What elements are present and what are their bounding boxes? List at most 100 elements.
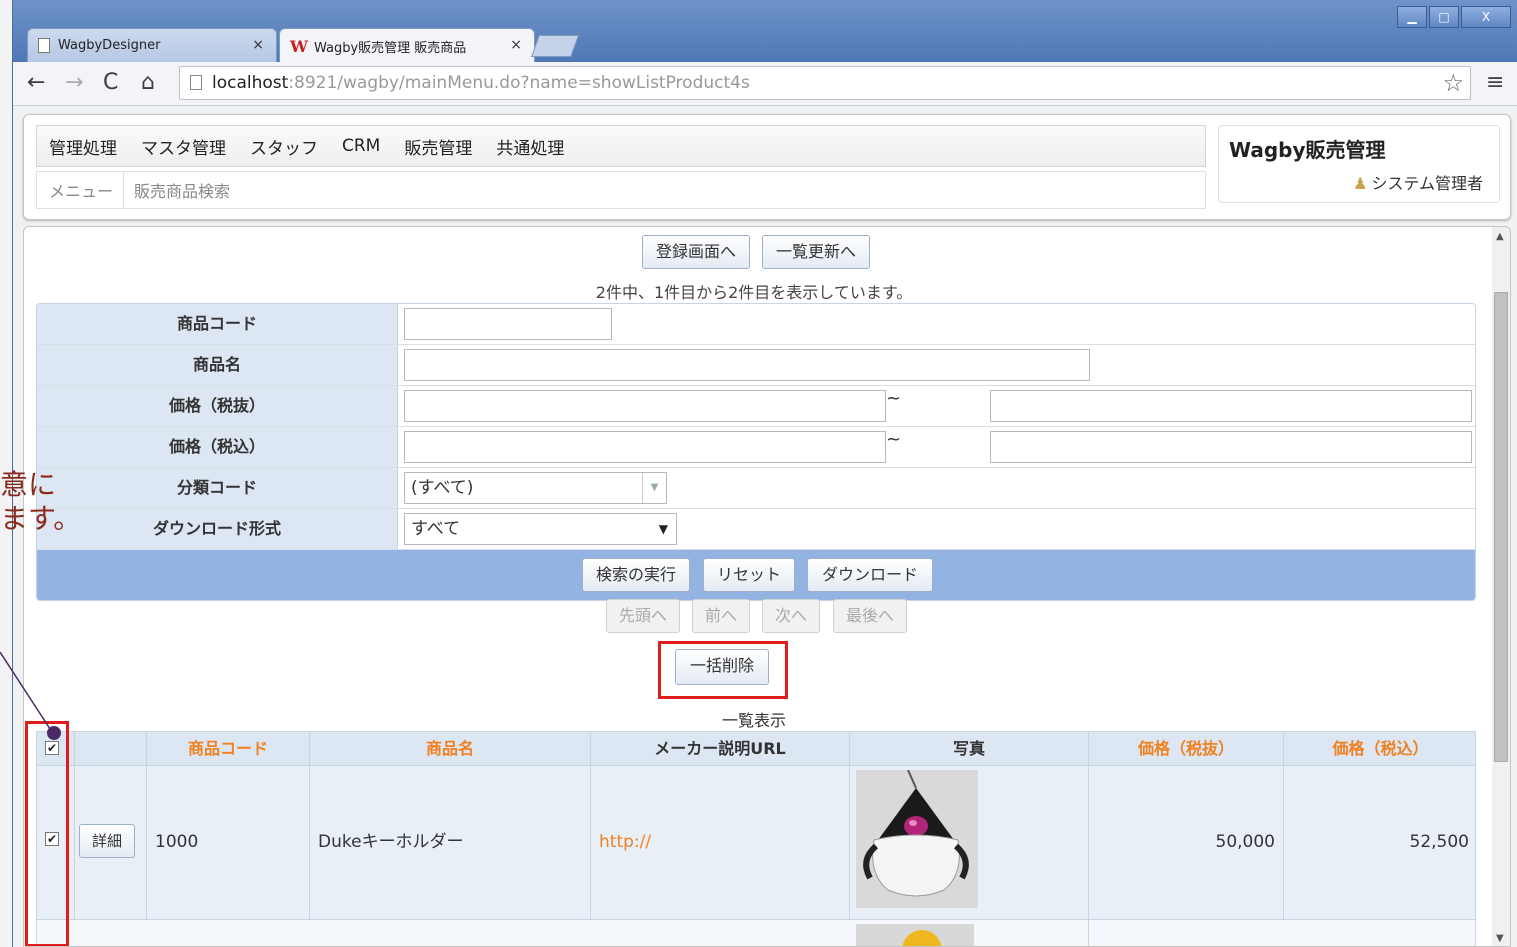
download-format-value: すべて bbox=[411, 519, 461, 539]
maximize-button[interactable]: □ bbox=[1429, 6, 1459, 28]
home-icon[interactable]: ⌂ bbox=[141, 70, 155, 95]
cell-name: Dukeキーホルダー bbox=[310, 766, 591, 920]
menu-item-admin[interactable]: 管理処理 bbox=[49, 134, 117, 159]
scroll-down-arrow-icon[interactable]: ▼ bbox=[1496, 933, 1504, 944]
tab-close-icon[interactable]: × bbox=[252, 37, 264, 53]
browser-window: WagbyDesigner × W Wagby販売管理 販売商品 × ▁ □ X… bbox=[12, 0, 1517, 947]
pager-last-button[interactable]: 最後へ bbox=[833, 599, 907, 633]
search-row-price-in: 価格（税込） ~ bbox=[37, 427, 1475, 468]
tab-label: Wagby販売管理 販売商品 bbox=[313, 40, 467, 56]
menu-item-crm[interactable]: CRM bbox=[342, 136, 380, 156]
menu-item-common[interactable]: 共通処理 bbox=[496, 134, 564, 159]
dropdown-arrow-icon: ▼ bbox=[658, 522, 668, 536]
browser-menu-icon[interactable]: ≡ bbox=[1486, 70, 1504, 95]
main-content: 登録画面へ 一覧更新へ 2件中、1件目から2件目を表示しています。 商品コード … bbox=[23, 226, 1511, 947]
search-row-name: 商品名 bbox=[37, 345, 1475, 386]
download-button[interactable]: ダウンロード bbox=[807, 558, 933, 592]
user-name: システム管理者 bbox=[1371, 174, 1483, 193]
annotation-text: 意に ます。 bbox=[0, 468, 82, 535]
reset-button[interactable]: リセット bbox=[703, 558, 795, 592]
url-host: localhost bbox=[212, 73, 289, 93]
detail-button[interactable]: 詳細 bbox=[79, 824, 135, 858]
address-bar[interactable]: localhost:8921/wagby/mainMenu.do?name=sh… bbox=[179, 66, 1471, 100]
range-separator: ~ bbox=[886, 388, 902, 409]
search-row-code: 商品コード bbox=[37, 304, 1475, 345]
table-row bbox=[37, 920, 1475, 946]
vertical-scrollbar[interactable]: ▲ ▼ bbox=[1492, 227, 1510, 946]
price-ex-from-input[interactable] bbox=[404, 390, 886, 422]
forward-arrow-icon[interactable]: → bbox=[65, 70, 83, 95]
product-name-input[interactable] bbox=[404, 349, 1090, 381]
pager-first-button[interactable]: 先頭へ bbox=[606, 599, 680, 633]
new-tab-button[interactable] bbox=[530, 35, 580, 57]
column-header-name[interactable]: 商品名 bbox=[310, 732, 591, 766]
scrollbar-thumb[interactable] bbox=[1494, 292, 1508, 762]
column-header-photo: 写真 bbox=[850, 732, 1089, 766]
field-label: 価格（税込） bbox=[37, 427, 398, 467]
result-count-text: 2件中、1件目から2件目を表示しています。 bbox=[595, 283, 913, 302]
row-detail-cell: 詳細 bbox=[75, 766, 147, 920]
app-info-box: Wagby販売管理 ♟ システム管理者 bbox=[1218, 125, 1500, 203]
table-row: ✔ 詳細 1000 Dukeキーホルダー http:// 50,000 52,5… bbox=[37, 766, 1475, 920]
maker-url-link[interactable]: http:// bbox=[591, 766, 850, 920]
search-actions-bar: 検索の実行 リセット ダウンロード bbox=[37, 550, 1475, 600]
menu-item-sales[interactable]: 販売管理 bbox=[404, 134, 472, 159]
app-title: Wagby販売管理 bbox=[1229, 138, 1386, 162]
minimize-button[interactable]: ▁ bbox=[1397, 6, 1427, 28]
product-code-input[interactable] bbox=[404, 308, 612, 340]
back-arrow-icon[interactable]: ← bbox=[27, 70, 45, 95]
range-separator: ~ bbox=[886, 429, 902, 450]
tab-wagbydesigner[interactable]: WagbyDesigner × bbox=[27, 28, 277, 62]
column-header-price-in[interactable]: 価格（税込） bbox=[1284, 732, 1477, 766]
url-path: :8921/wagby/mainMenu.do?name=showListPro… bbox=[288, 73, 750, 93]
category-value: (すべて) bbox=[411, 478, 474, 498]
search-button[interactable]: 検索の実行 bbox=[582, 558, 690, 592]
download-format-select[interactable]: すべて ▼ bbox=[404, 513, 677, 545]
bulk-update-button[interactable]: 一覧更新へ bbox=[762, 235, 870, 269]
header-detail-cell bbox=[75, 732, 147, 766]
duke-keyholder-image bbox=[856, 770, 978, 908]
breadcrumb: メニュー 販売商品検索 bbox=[36, 171, 1206, 209]
bookmark-star-icon[interactable]: ☆ bbox=[1442, 67, 1464, 99]
category-combobox[interactable]: (すべて) ▼ bbox=[404, 472, 667, 504]
price-ex-to-input[interactable] bbox=[990, 390, 1472, 422]
price-in-to-input[interactable] bbox=[990, 431, 1472, 463]
tab-close-icon[interactable]: × bbox=[510, 37, 522, 53]
cell-code: 1000 bbox=[147, 766, 310, 920]
search-form: 商品コード 商品名 価格（税抜） ~ 価格（税込） ~ 分類コード (すべて) … bbox=[36, 303, 1476, 601]
pager-prev-button[interactable]: 前へ bbox=[692, 599, 750, 633]
user-icon: ♟ bbox=[1353, 174, 1368, 193]
browser-titlebar: WagbyDesigner × W Wagby販売管理 販売商品 × ▁ □ X bbox=[13, 0, 1517, 63]
tab-label: WagbyDesigner bbox=[58, 38, 161, 53]
cell-price-ex: 50,000 bbox=[1089, 766, 1284, 920]
product-photo[interactable] bbox=[856, 924, 974, 946]
field-label: 分類コード bbox=[37, 468, 398, 508]
bulk-delete-button[interactable]: 一括削除 bbox=[675, 649, 769, 685]
reload-icon[interactable]: C bbox=[103, 70, 118, 95]
menu-item-master[interactable]: マスタ管理 bbox=[141, 134, 226, 159]
column-header-code[interactable]: 商品コード bbox=[147, 732, 310, 766]
field-label: 商品コード bbox=[37, 304, 398, 344]
menu-item-staff[interactable]: スタッフ bbox=[250, 134, 318, 159]
tab-sales-products[interactable]: W Wagby販売管理 販売商品 × bbox=[279, 28, 535, 63]
breadcrumb-current: 販売商品検索 bbox=[134, 182, 231, 201]
close-window-button[interactable]: X bbox=[1461, 6, 1511, 28]
cell-price-in: 52,500 bbox=[1409, 832, 1469, 852]
wagby-favicon: W bbox=[290, 36, 308, 56]
field-label: ダウンロード形式 bbox=[37, 509, 398, 549]
user-info: ♟ システム管理者 bbox=[1353, 170, 1483, 194]
search-row-category: 分類コード (すべて) ▼ bbox=[37, 468, 1475, 509]
breadcrumb-menu[interactable]: メニュー bbox=[37, 172, 125, 208]
column-header-price-ex[interactable]: 価格（税抜） bbox=[1089, 732, 1284, 766]
pager-next-button[interactable]: 次へ bbox=[762, 599, 820, 633]
table-header: ✔ 商品コード 商品名 メーカー説明URL 写真 価格（税抜） 価格（税込） bbox=[37, 732, 1475, 766]
register-button[interactable]: 登録画面へ bbox=[642, 235, 750, 269]
column-header-url: メーカー説明URL bbox=[591, 732, 850, 766]
price-in-from-input[interactable] bbox=[404, 431, 886, 463]
field-label: 価格（税抜） bbox=[37, 386, 398, 426]
cell-photo bbox=[850, 920, 1089, 946]
checkbox-column-highlight bbox=[25, 721, 69, 946]
chevron-down-icon[interactable]: ▼ bbox=[642, 473, 666, 503]
product-photo[interactable] bbox=[856, 770, 978, 908]
scroll-up-arrow-icon[interactable]: ▲ bbox=[1496, 231, 1504, 242]
